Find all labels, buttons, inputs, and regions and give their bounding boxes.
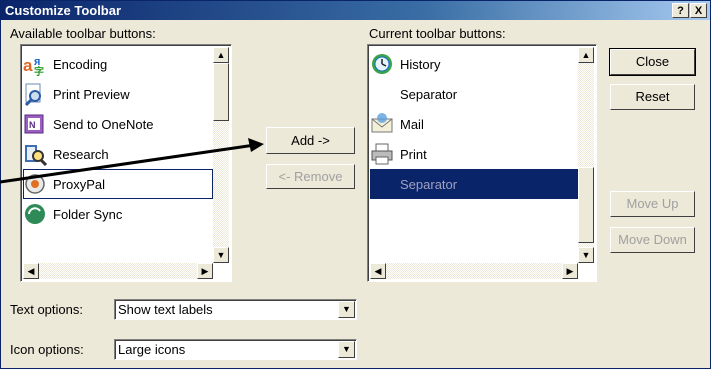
- annotation-arrow: [0, 138, 264, 184]
